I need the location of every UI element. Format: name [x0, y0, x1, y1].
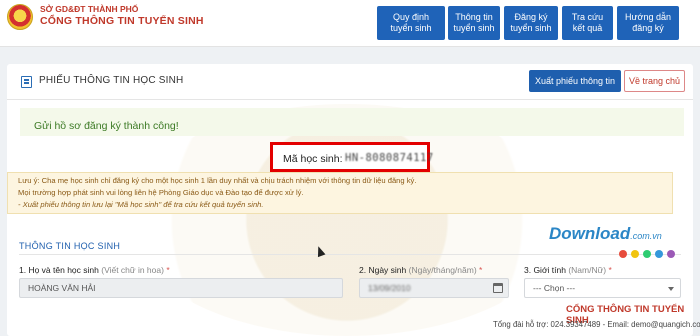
- watermark-brand: Download: [549, 224, 631, 243]
- required-mark: *: [608, 265, 612, 275]
- required-mark: *: [479, 265, 483, 275]
- note-line: Lưu ý: Cha mẹ học sinh chỉ đăng ký cho m…: [18, 176, 417, 185]
- gender-hint: (Nam/Nữ): [568, 265, 607, 275]
- chevron-down-icon: [668, 287, 674, 291]
- site-header: SỞ GD&ĐT THÀNH PHỐ CỔNG THÔNG TIN TUYỂN …: [0, 0, 700, 47]
- dob-hint: (Ngày/tháng/năm): [408, 265, 477, 275]
- watermark-dot: [643, 250, 651, 258]
- watermark-dots: [619, 250, 675, 258]
- download-watermark: Download.com.vn: [549, 224, 662, 244]
- card-header: PHIẾU THÔNG TIN HỌC SINH Xuất phiếu thôn…: [7, 64, 693, 100]
- watermark-dot: [619, 250, 627, 258]
- student-info-card: PHIẾU THÔNG TIN HỌC SINH Xuất phiếu thôn…: [7, 64, 693, 336]
- nav-label: Thông tin tuyển sinh: [453, 12, 495, 33]
- nav-tra-cuu-ket-qua[interactable]: Tra cứu kết quả: [562, 6, 613, 40]
- document-icon: [21, 76, 32, 88]
- note-line: - Xuất phiếu thông tin lưu lại "Mã học s…: [18, 200, 264, 209]
- section-divider: [19, 254, 681, 255]
- success-message: Gửi hồ sơ đăng ký thành công!: [34, 120, 179, 132]
- nav-huong-dan-dang-ky[interactable]: Hướng dẫn đăng ký: [617, 6, 679, 40]
- nav-dang-ky-tuyen-sinh[interactable]: Đăng ký tuyển sinh: [504, 6, 558, 40]
- watermark-dot: [655, 250, 663, 258]
- nav-label: Hướng dẫn đăng ký: [625, 12, 671, 33]
- nav-label: Quy định tuyển sinh: [390, 12, 432, 33]
- gender-value: --- Chọn ---: [533, 283, 576, 293]
- watermark-suffix: .com.vn: [630, 231, 662, 241]
- home-button[interactable]: Về trang chủ: [624, 70, 685, 92]
- name-label-text: 1. Họ và tên học sinh: [19, 265, 99, 275]
- department-logo[interactable]: [7, 4, 33, 30]
- dob-label-text: 2. Ngày sinh: [359, 265, 407, 275]
- dob-label: 2. Ngày sinh (Ngày/tháng/năm) *: [359, 265, 482, 275]
- card-title: PHIẾU THÔNG TIN HỌC SINH: [39, 75, 184, 86]
- note-alert: Lưu ý: Cha mẹ học sinh chỉ đăng ký cho m…: [7, 172, 673, 214]
- department-name: SỞ GD&ĐT THÀNH PHỐ: [40, 4, 139, 14]
- gender-label: 3. Giới tính (Nam/Nữ) *: [524, 265, 612, 275]
- nav-label: Tra cứu kết quả: [571, 12, 604, 33]
- student-code-label: Mã học sinh:: [283, 153, 343, 165]
- calendar-icon[interactable]: [493, 283, 503, 293]
- watermark-dot: [631, 250, 639, 258]
- note-line: Mọi trường hợp phát sinh vui lòng liên h…: [18, 188, 304, 197]
- nav-label: Đăng ký tuyển sinh: [510, 12, 552, 33]
- nav-quy-dinh-tuyen-sinh[interactable]: Quy định tuyển sinh: [377, 6, 445, 40]
- gender-label-text: 3. Giới tính: [524, 265, 566, 275]
- dob-value: 13/09/2010: [368, 283, 411, 293]
- student-name-value: HOÀNG VĂN HẢI: [28, 283, 96, 293]
- student-name-field[interactable]: HOÀNG VĂN HẢI: [19, 278, 343, 298]
- export-info-button[interactable]: Xuất phiếu thông tin: [529, 70, 621, 92]
- name-hint: (Viết chữ in hoa): [101, 265, 164, 275]
- student-code-value: HN-8080874117: [345, 152, 434, 164]
- watermark-dot: [667, 250, 675, 258]
- portal-title[interactable]: CỔNG THÔNG TIN TUYỂN SINH: [40, 15, 204, 27]
- name-label: 1. Họ và tên học sinh (Viết chữ in hoa) …: [19, 265, 170, 275]
- required-mark: *: [166, 265, 170, 275]
- section-title: THÔNG TIN HỌC SINH: [19, 241, 121, 251]
- background-emblem: [127, 104, 567, 336]
- nav-thong-tin-tuyen-sinh[interactable]: Thông tin tuyển sinh: [448, 6, 500, 40]
- dob-field[interactable]: 13/09/2010: [359, 278, 509, 298]
- footer-contact: Tổng đài hỗ trợ: 024.39347489 - Email: d…: [493, 320, 700, 329]
- gender-select[interactable]: --- Chọn ---: [524, 278, 681, 298]
